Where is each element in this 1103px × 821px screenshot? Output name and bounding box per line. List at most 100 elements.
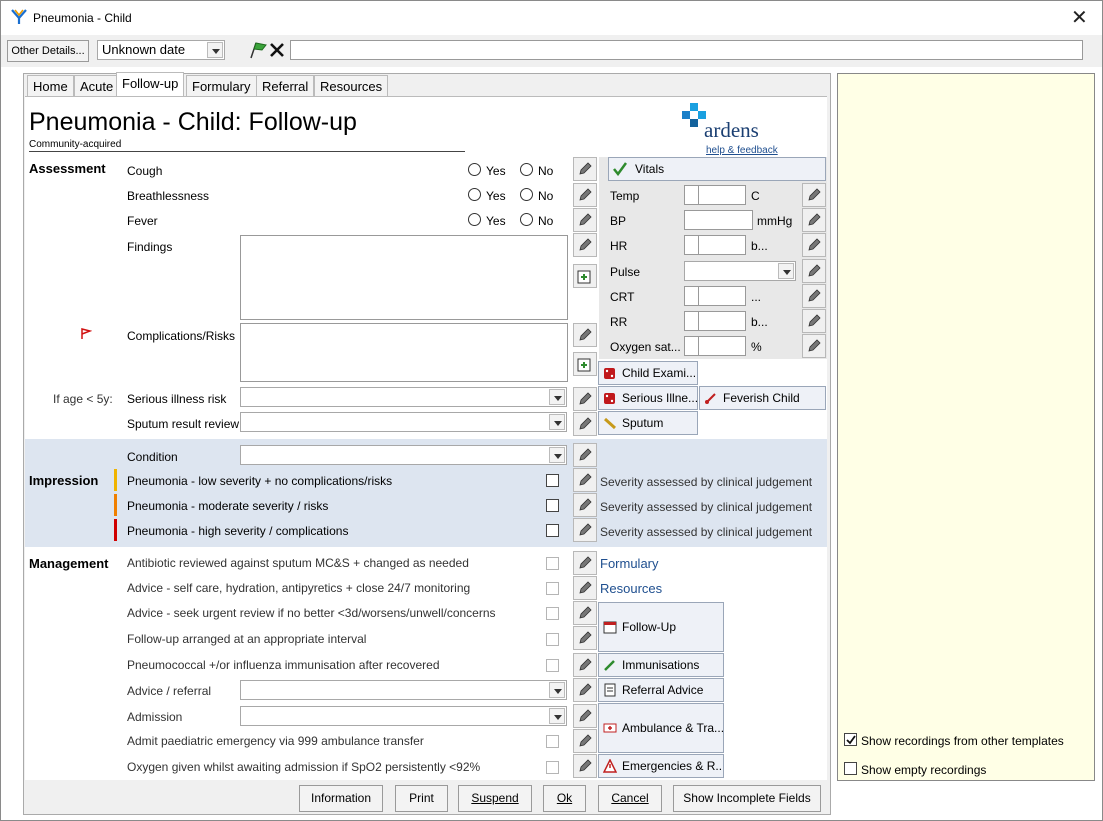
- edit-pencil-icon[interactable]: [573, 387, 597, 411]
- bp-field[interactable]: [684, 210, 753, 230]
- show-empty-checkbox[interactable]: [844, 762, 857, 775]
- edit-pencil-icon[interactable]: [573, 518, 597, 542]
- ok-button[interactable]: Ok: [543, 785, 586, 812]
- feverish-child-button[interactable]: Feverish Child: [699, 386, 826, 410]
- print-button[interactable]: Print: [395, 785, 448, 812]
- impression-checkbox[interactable]: [546, 474, 559, 487]
- fever-no-radio[interactable]: [520, 213, 533, 226]
- oxygen-admission-checkbox[interactable]: [546, 761, 559, 774]
- tab-referral[interactable]: Referral: [256, 75, 315, 97]
- vital-field[interactable]: [684, 311, 746, 331]
- impression-checkbox[interactable]: [546, 499, 559, 512]
- close-icon[interactable]: ✕: [1071, 5, 1088, 29]
- vitals-button[interactable]: Vitals: [608, 157, 826, 181]
- chevron-down-icon[interactable]: [549, 414, 565, 430]
- edit-pencil-icon[interactable]: [573, 157, 597, 181]
- referral-advice-button[interactable]: Referral Advice: [598, 678, 724, 702]
- serious-illness-button[interactable]: Serious Illne...: [598, 386, 698, 410]
- breath-yes-radio[interactable]: [468, 188, 481, 201]
- cancel-button[interactable]: Cancel: [598, 785, 662, 812]
- admit-ambulance-checkbox[interactable]: [546, 735, 559, 748]
- edit-pencil-icon[interactable]: [802, 259, 826, 283]
- edit-pencil-icon[interactable]: [573, 468, 597, 492]
- edit-pencil-icon[interactable]: [573, 704, 597, 728]
- cough-yes-radio[interactable]: [468, 163, 481, 176]
- breath-no-radio[interactable]: [520, 188, 533, 201]
- cough-no-radio[interactable]: [520, 163, 533, 176]
- edit-pencil-icon[interactable]: [802, 334, 826, 358]
- edit-pencil-icon[interactable]: [573, 412, 597, 436]
- suspend-button[interactable]: Suspend: [458, 785, 532, 812]
- chevron-down-icon[interactable]: [549, 447, 565, 463]
- show-other-checkbox[interactable]: [844, 733, 857, 746]
- edit-pencil-icon[interactable]: [802, 233, 826, 257]
- vital-field[interactable]: [684, 286, 746, 306]
- edit-pencil-icon[interactable]: [573, 653, 597, 677]
- vital-label: Pulse: [610, 265, 641, 279]
- edit-pencil-icon[interactable]: [573, 626, 597, 650]
- edit-pencil-icon[interactable]: [802, 309, 826, 333]
- tab-acute[interactable]: Acute: [74, 75, 120, 97]
- condition-select[interactable]: [240, 445, 567, 465]
- sputum-review-select[interactable]: [240, 412, 567, 432]
- child-exam-button[interactable]: Child Exami...: [598, 361, 698, 385]
- edit-pencil-icon[interactable]: [573, 233, 597, 257]
- edit-pencil-icon[interactable]: [573, 551, 597, 575]
- edit-pencil-icon[interactable]: [802, 208, 826, 232]
- sputum-button[interactable]: Sputum: [598, 411, 698, 435]
- edit-pencil-icon[interactable]: [573, 208, 597, 232]
- show-incomplete-button[interactable]: Show Incomplete Fields: [673, 785, 821, 812]
- chevron-down-icon[interactable]: [549, 682, 565, 698]
- tab-home[interactable]: Home: [27, 75, 74, 97]
- serious-illness-select[interactable]: [240, 387, 567, 407]
- clear-x-icon[interactable]: [268, 41, 286, 59]
- emergencies-button[interactable]: Emergencies & R...: [598, 754, 724, 778]
- edit-pencil-icon[interactable]: [573, 754, 597, 778]
- chevron-down-icon[interactable]: [549, 389, 565, 405]
- edit-pencil-icon[interactable]: [802, 284, 826, 308]
- edit-pencil-icon[interactable]: [573, 183, 597, 207]
- vital-field[interactable]: [684, 235, 746, 255]
- edit-pencil-icon[interactable]: [802, 183, 826, 207]
- tab-follow-up[interactable]: Follow-up: [116, 72, 185, 97]
- flag-icon[interactable]: [248, 41, 268, 59]
- edit-pencil-icon[interactable]: [573, 576, 597, 600]
- vital-field[interactable]: [684, 185, 746, 205]
- pulse-select[interactable]: [684, 261, 796, 281]
- advice-referral-select[interactable]: [240, 680, 567, 700]
- complications-textarea[interactable]: [240, 323, 568, 382]
- tab-resources[interactable]: Resources: [314, 75, 389, 97]
- findings-textarea[interactable]: [240, 235, 568, 320]
- add-note-icon[interactable]: [573, 352, 597, 376]
- management-checkbox[interactable]: [546, 607, 559, 620]
- follow-up-button[interactable]: Follow-Up: [598, 602, 724, 652]
- admission-select[interactable]: [240, 706, 567, 726]
- management-checkbox[interactable]: [546, 557, 559, 570]
- help-feedback-link[interactable]: help & feedback: [706, 144, 778, 158]
- management-checkbox[interactable]: [546, 582, 559, 595]
- management-checkbox[interactable]: [546, 633, 559, 646]
- other-details-button[interactable]: Other Details...: [7, 40, 89, 62]
- chevron-down-icon[interactable]: [549, 708, 565, 724]
- free-text-field[interactable]: [290, 40, 1083, 60]
- information-button[interactable]: Information: [299, 785, 383, 812]
- edit-pencil-icon[interactable]: [573, 493, 597, 517]
- edit-pencil-icon[interactable]: [573, 601, 597, 625]
- add-note-icon[interactable]: [573, 264, 597, 288]
- formulary-link[interactable]: Formulary: [600, 556, 659, 571]
- immunisations-button[interactable]: Immunisations: [598, 653, 724, 677]
- tab-formulary[interactable]: Formulary: [186, 75, 257, 97]
- edit-pencil-icon[interactable]: [573, 729, 597, 753]
- chevron-down-icon[interactable]: [207, 42, 223, 58]
- vital-field[interactable]: [684, 336, 746, 356]
- chevron-down-icon[interactable]: [778, 263, 794, 279]
- edit-pencil-icon[interactable]: [573, 323, 597, 347]
- date-select[interactable]: Unknown date: [97, 40, 225, 60]
- management-checkbox[interactable]: [546, 659, 559, 672]
- fever-yes-radio[interactable]: [468, 213, 481, 226]
- impression-checkbox[interactable]: [546, 524, 559, 537]
- edit-pencil-icon[interactable]: [573, 678, 597, 702]
- edit-pencil-icon[interactable]: [573, 443, 597, 467]
- ambulance-button[interactable]: Ambulance & Tra...: [598, 703, 724, 753]
- resources-link[interactable]: Resources: [600, 581, 662, 596]
